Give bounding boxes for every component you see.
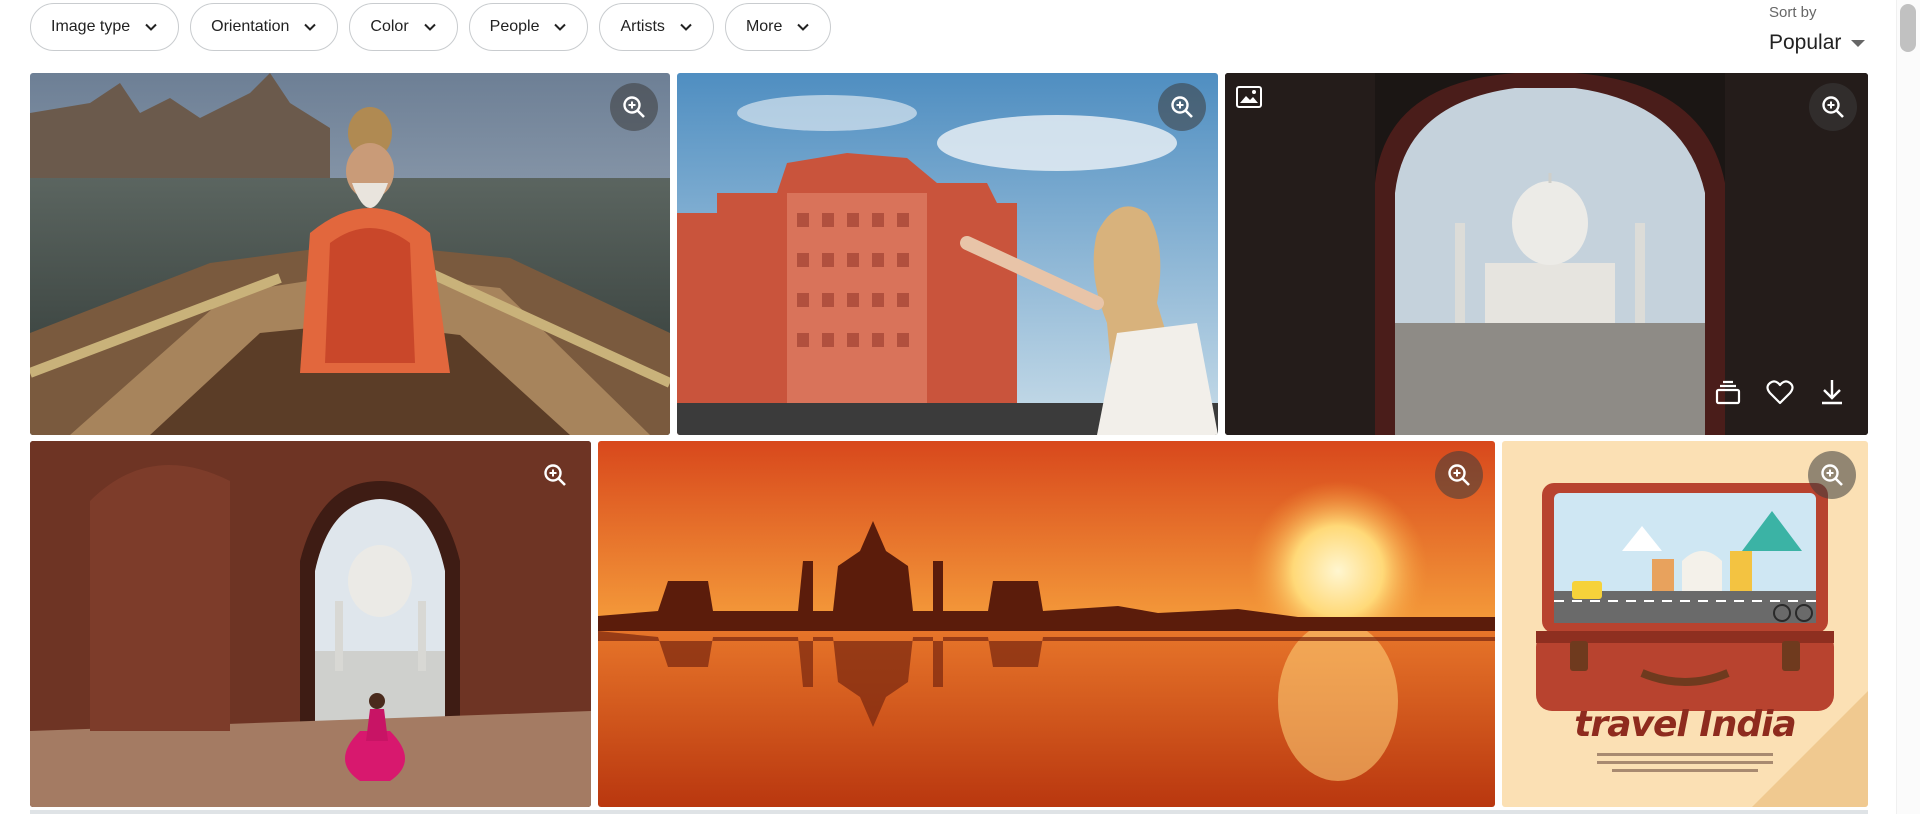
sort-dropdown[interactable]: Popular [1769, 31, 1866, 55]
filter-artists[interactable]: Artists [599, 3, 714, 51]
photo-hawa-mahal [677, 73, 1218, 435]
photo-sadhu-boat [30, 73, 670, 435]
chevron-down-icon [553, 20, 567, 34]
zoom-in-icon[interactable] [531, 451, 579, 499]
add-to-board-icon[interactable] [1706, 370, 1750, 414]
image-tile-taj-sunset[interactable] [598, 441, 1495, 807]
filter-color[interactable]: Color [349, 3, 458, 51]
heart-icon[interactable] [1758, 370, 1802, 414]
sort-label: Sort by [1769, 4, 1817, 21]
filter-label: People [489, 18, 540, 35]
next-row-edge [30, 810, 1868, 814]
image-tile-sadhu-boat[interactable] [30, 73, 670, 435]
sort-value: Popular [1769, 31, 1842, 54]
image-tile-travel-india-illustration[interactable]: travel India [1502, 441, 1868, 807]
filter-people[interactable]: People [468, 3, 589, 51]
chevron-down-icon [796, 20, 810, 34]
zoom-in-icon[interactable] [1809, 83, 1857, 131]
photo-pink-sari-arch [30, 441, 591, 807]
filter-label: Artists [620, 18, 665, 35]
caret-down-icon [1851, 39, 1866, 47]
filter-bar: Image type Orientation Color People Arti… [30, 3, 832, 51]
zoom-in-icon[interactable] [610, 83, 658, 131]
poster-caption: travel India [1574, 704, 1796, 745]
image-tile-taj-arch[interactable] [1225, 73, 1868, 435]
scrollbar-track[interactable] [1896, 0, 1920, 814]
filter-orientation[interactable]: Orientation [190, 3, 339, 51]
zoom-in-icon[interactable] [1808, 451, 1856, 499]
filter-label: Color [370, 18, 409, 35]
filter-label: Orientation [211, 18, 290, 35]
filter-label: Image type [51, 18, 131, 35]
filter-more[interactable]: More [724, 3, 832, 51]
photo-taj-sunset [598, 441, 1495, 807]
image-type-icon [1235, 85, 1263, 114]
zoom-in-icon[interactable] [1435, 451, 1483, 499]
image-tile-pink-sari-arch[interactable] [30, 441, 591, 807]
scrollbar-thumb[interactable] [1900, 4, 1916, 52]
filter-image-type[interactable]: Image type [30, 3, 180, 51]
filter-label: More [745, 18, 783, 35]
download-icon[interactable] [1810, 370, 1854, 414]
sort-by: Sort by Popular [1769, 4, 1866, 55]
search-results-page: Image type Orientation Color People Arti… [0, 0, 1920, 814]
chevron-down-icon [423, 20, 437, 34]
chevron-down-icon [303, 20, 317, 34]
chevron-down-icon [679, 20, 693, 34]
image-tile-hawa-mahal[interactable] [677, 73, 1218, 435]
chevron-down-icon [144, 20, 158, 34]
illustration-suitcase-landmarks [1502, 441, 1868, 807]
zoom-in-icon[interactable] [1158, 83, 1206, 131]
